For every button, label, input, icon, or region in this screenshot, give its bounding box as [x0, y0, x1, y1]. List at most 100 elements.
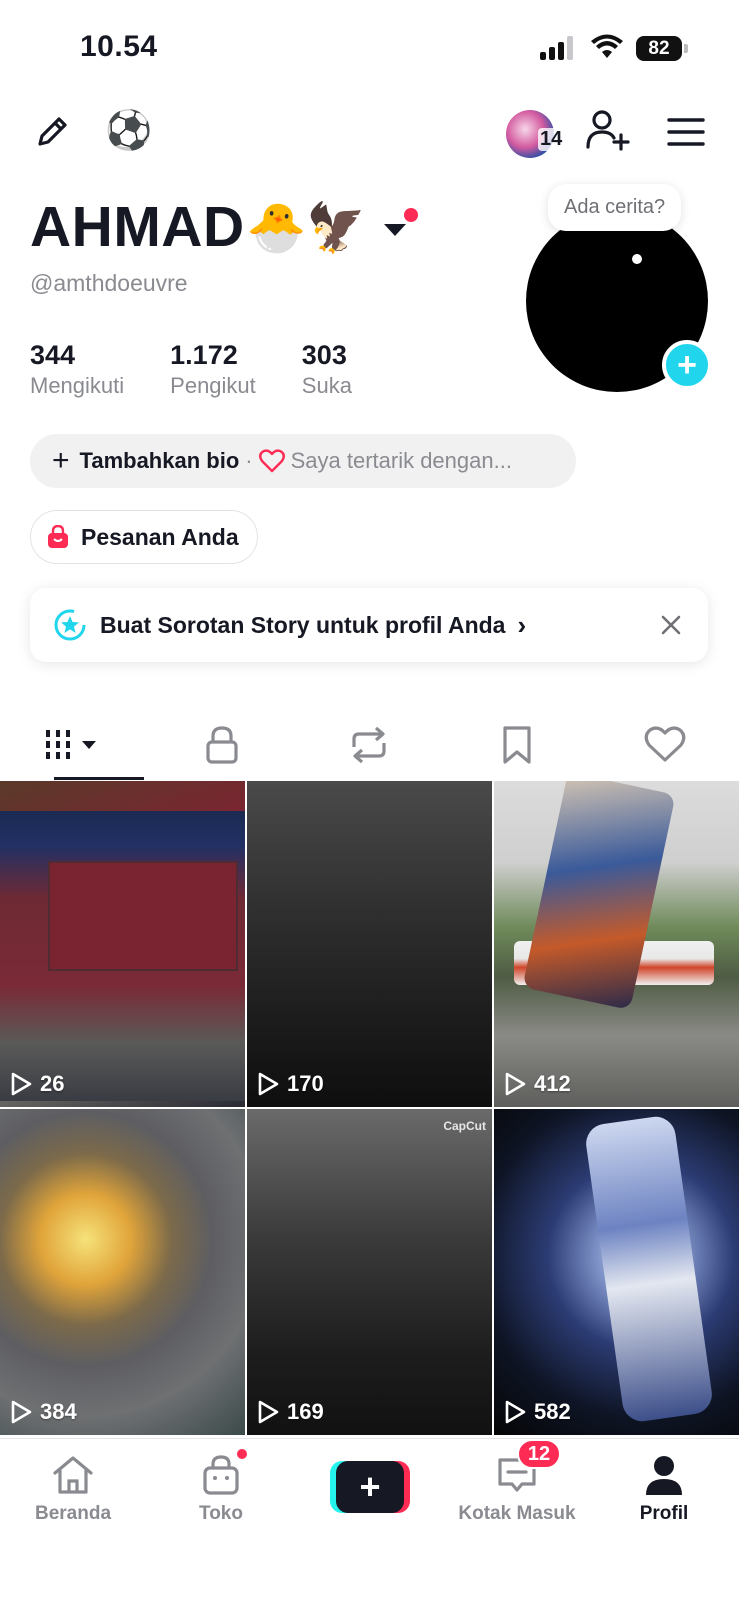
play-icon	[257, 1400, 279, 1424]
battery-icon: 82	[636, 36, 688, 61]
banner-text: Buat Sorotan Story untuk profil Anda	[100, 611, 506, 638]
content-tabs	[0, 710, 739, 780]
heart-icon	[258, 449, 285, 473]
battery-level: 82	[636, 36, 682, 61]
nav-shop[interactable]: Toko	[161, 1447, 281, 1525]
nav-label: Profil	[639, 1503, 689, 1524]
nav-label: Beranda	[34, 1503, 112, 1524]
story-count: 14	[538, 128, 565, 151]
plus-icon: +	[52, 444, 70, 477]
stat-following[interactable]: 344 Mengikuti	[30, 340, 124, 399]
view-count: 169	[257, 1399, 324, 1425]
plus-icon: +	[336, 1461, 404, 1513]
view-count: 170	[257, 1071, 324, 1097]
view-count: 26	[10, 1071, 64, 1097]
menu-button[interactable]	[664, 110, 708, 154]
view-count: 412	[504, 1071, 571, 1097]
play-icon	[10, 1072, 32, 1096]
nav-label: Kotak Masuk	[458, 1503, 576, 1524]
view-count-value: 384	[40, 1399, 77, 1424]
video-thumbnail[interactable]: 384	[0, 1109, 245, 1435]
story-highlight-banner[interactable]: Buat Sorotan Story untuk profil Anda ›	[30, 588, 708, 662]
stat-label: Pengikut	[170, 373, 256, 398]
view-count: 384	[10, 1399, 77, 1425]
inbox-badge: 12	[517, 1439, 561, 1469]
view-count-value: 169	[287, 1399, 324, 1424]
tab-reposts[interactable]	[296, 710, 444, 780]
repost-icon	[352, 726, 387, 764]
add-bio-label: Tambahkan bio	[79, 448, 240, 473]
play-icon	[10, 1400, 32, 1424]
shop-notification-dot	[235, 1447, 249, 1461]
add-friend-button[interactable]	[584, 106, 632, 154]
video-grid: 26 170 412 384 CapCut 169 582	[0, 781, 739, 1435]
stat-value: 344	[30, 340, 76, 370]
stat-followers[interactable]: 1.172 Pengikut	[170, 340, 256, 399]
video-thumbnail[interactable]: 26	[0, 781, 245, 1107]
view-count-value: 412	[534, 1071, 571, 1096]
stat-likes[interactable]: 303 Suka	[302, 340, 352, 399]
tab-liked[interactable]	[591, 710, 739, 780]
grid-view-icon	[45, 730, 96, 760]
shopping-bag-icon	[47, 525, 69, 549]
stat-label: Suka	[301, 373, 352, 398]
status-time: 10.54	[80, 30, 158, 63]
nav-inbox[interactable]: 12 Kotak Masuk	[457, 1439, 577, 1525]
lock-icon	[206, 726, 238, 764]
tab-videos[interactable]	[0, 710, 148, 780]
heart-outline-icon	[644, 726, 686, 762]
add-story-button[interactable]: +	[662, 340, 712, 390]
signal-icon	[540, 36, 578, 60]
bio-separator: ·	[245, 448, 253, 473]
orders-label: Pesanan Anda	[81, 523, 239, 550]
create-button[interactable]: +	[330, 1461, 410, 1513]
play-icon	[504, 1072, 526, 1096]
stat-value: 1.172	[170, 340, 238, 370]
bubble-tail	[632, 254, 642, 264]
close-icon[interactable]	[656, 610, 686, 640]
nav-home[interactable]: Beranda	[13, 1453, 133, 1525]
soccer-ball-icon[interactable]: ⚽	[105, 108, 152, 154]
tab-private[interactable]	[148, 710, 296, 780]
chevron-right-icon: ›	[517, 609, 527, 640]
avatar-container[interactable]: +	[526, 210, 712, 392]
pencil-icon	[38, 117, 67, 146]
capcut-watermark: CapCut	[443, 1119, 486, 1133]
name-emoji: 🐣🦅	[246, 201, 367, 255]
nav-label: Toko	[199, 1503, 243, 1524]
status-bar: 10.54 82	[0, 0, 739, 96]
account-switch-caret-icon[interactable]	[384, 224, 407, 236]
inbox-icon: 12	[495, 1439, 561, 1497]
hamburger-menu-icon	[667, 118, 705, 146]
view-count-value: 582	[534, 1399, 571, 1424]
stat-label: Mengikuti	[30, 373, 125, 398]
username: @amthdoeuvre	[30, 270, 188, 296]
video-thumbnail[interactable]: 412	[494, 781, 739, 1107]
stat-value: 303	[301, 340, 347, 370]
profile-name-row[interactable]: AHMAD 🐣🦅	[30, 192, 407, 262]
view-count-value: 26	[40, 1071, 65, 1096]
view-count: 582	[504, 1399, 571, 1425]
nav-profile[interactable]: Profil	[604, 1453, 724, 1525]
video-thumbnail[interactable]: 582	[494, 1109, 739, 1435]
edit-profile-button[interactable]	[30, 110, 74, 154]
add-user-icon	[586, 110, 630, 151]
play-icon	[257, 1072, 279, 1096]
notification-dot	[404, 208, 418, 222]
video-thumbnail[interactable]: 170	[247, 781, 492, 1107]
shopping-bag-icon	[199, 1447, 249, 1497]
view-count-value: 170	[287, 1071, 324, 1096]
home-icon	[51, 1453, 95, 1497]
bookmark-icon	[503, 726, 531, 764]
top-bar: ⚽ 14	[0, 100, 739, 164]
bottom-nav: Beranda Toko + 12 Kotak Masuk Profil	[0, 1438, 739, 1600]
active-tab-indicator	[54, 777, 144, 780]
story-prompt-bubble[interactable]: Ada cerita?	[548, 184, 682, 231]
profile-stats: 344 Mengikuti 1.172 Pengikut 303 Suka	[30, 340, 398, 399]
interest-hint: Saya tertarik dengan...	[290, 448, 512, 473]
orders-button[interactable]: Pesanan Anda	[30, 510, 258, 564]
tab-saved[interactable]	[443, 710, 591, 780]
wifi-icon	[590, 34, 624, 60]
add-bio-button[interactable]: + Tambahkan bio · Saya tertarik dengan..…	[30, 434, 576, 488]
video-thumbnail[interactable]: CapCut 169	[247, 1109, 492, 1435]
